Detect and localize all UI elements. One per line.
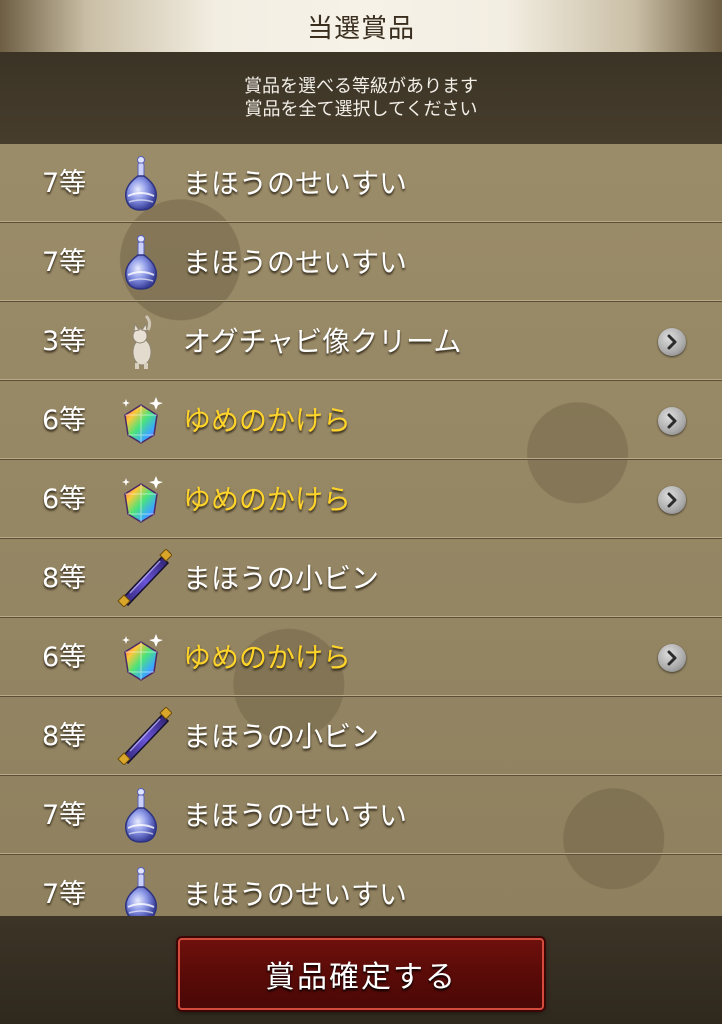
potion-icon — [116, 154, 166, 212]
potion-icon — [116, 865, 166, 916]
page-title: 当選賞品 — [306, 13, 415, 44]
header-bar: 当選賞品 — [0, 0, 722, 52]
prize-grade: 7等 — [42, 168, 87, 199]
chevron-right-icon[interactable] — [658, 644, 686, 672]
prize-row: 8等 まほうの小ビン — [0, 697, 722, 776]
prize-grade: 3等 — [42, 326, 87, 357]
prize-name: オグチャビ像クリーム — [183, 325, 462, 358]
prize-row[interactable]: 6等 ゆめのかけら — [0, 618, 722, 697]
wand-bottle-icon — [116, 706, 173, 766]
notice-banner: 賞品を選べる等級があります 賞品を全て選択してください — [0, 52, 722, 144]
prize-grade: 7等 — [42, 879, 87, 910]
potion-icon — [116, 233, 166, 291]
prize-name: まほうのせいすい — [183, 246, 408, 279]
cat-statue-icon — [116, 312, 166, 370]
potion-icon — [116, 786, 166, 844]
chevron-right-icon[interactable] — [658, 486, 686, 514]
rainbow-gem-icon — [116, 470, 166, 528]
rainbow-gem-icon — [116, 391, 166, 449]
prize-name: まほうの小ビン — [183, 720, 380, 753]
prize-grade: 6等 — [42, 405, 87, 436]
prize-grade: 8等 — [42, 721, 87, 752]
prize-row: 7等 まほうのせいすい — [0, 144, 722, 223]
prize-row: 8等 まほうの小ビン — [0, 539, 722, 618]
prize-name: まほうのせいすい — [183, 799, 408, 832]
prize-name: ゆめのかけら — [183, 404, 352, 437]
prize-name: まほうのせいすい — [183, 167, 408, 200]
prize-name: まほうの小ビン — [183, 562, 380, 595]
prize-grade: 8等 — [42, 563, 87, 594]
prize-name: まほうのせいすい — [183, 878, 408, 911]
prize-grade: 6等 — [42, 642, 87, 673]
confirm-prizes-button[interactable]: 賞品確定する — [178, 938, 544, 1010]
prize-grade: 6等 — [42, 484, 87, 515]
notice-line-1: 賞品を選べる等級があります — [244, 76, 478, 97]
prize-name: ゆめのかけら — [183, 483, 352, 516]
chevron-right-icon[interactable] — [658, 328, 686, 356]
prize-row: 7等 まほうのせいすい — [0, 855, 722, 916]
prize-name: ゆめのかけら — [183, 641, 352, 674]
prize-row: 7等 まほうのせいすい — [0, 776, 722, 855]
prize-row[interactable]: 3等 オグチャビ像クリーム — [0, 302, 722, 381]
notice-line-2: 賞品を全て選択してください — [244, 99, 478, 120]
prize-row[interactable]: 6等 ゆめのかけら — [0, 381, 722, 460]
prize-grade: 7等 — [42, 800, 87, 831]
rainbow-gem-icon — [116, 628, 166, 686]
chevron-right-icon[interactable] — [658, 407, 686, 435]
prize-row[interactable]: 6等 ゆめのかけら — [0, 460, 722, 539]
prize-grade: 7等 — [42, 247, 87, 278]
prize-row: 7等 まほうのせいすい — [0, 223, 722, 302]
prize-list: 7等 まほうのせいすい7等 まほうのせいすい3等 オグチャビ像クリーム6等 — [0, 144, 722, 916]
wand-bottle-icon — [116, 548, 173, 608]
